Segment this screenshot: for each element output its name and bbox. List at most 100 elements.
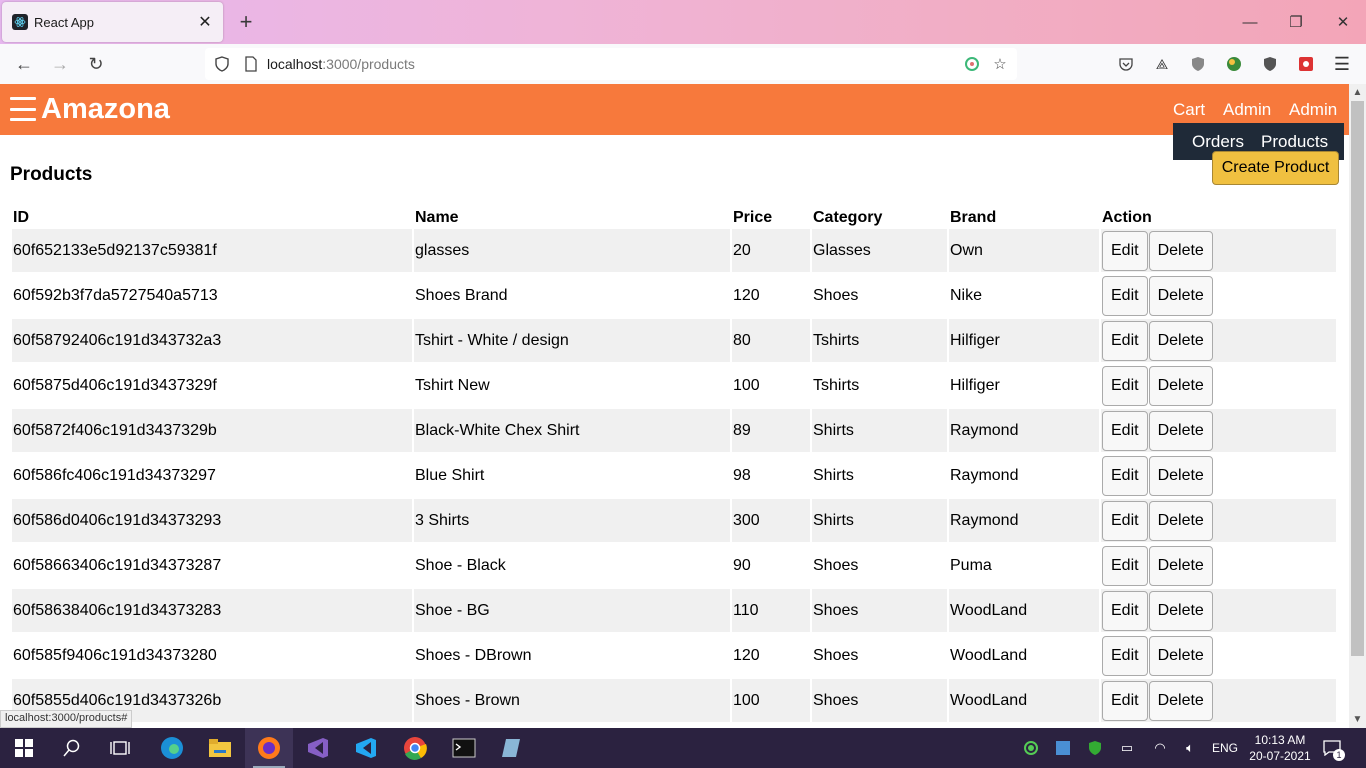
- browser-tab[interactable]: React App ✕: [2, 2, 223, 42]
- terminal-icon[interactable]: [440, 728, 488, 768]
- browser-menu-icon[interactable]: ☰: [1332, 54, 1352, 74]
- delete-button[interactable]: Delete: [1148, 680, 1213, 721]
- firefox-icon[interactable]: [245, 728, 293, 768]
- cell-name: Tshirt New: [414, 364, 730, 407]
- url-bar[interactable]: localhost:3000/products ☆: [205, 48, 1017, 80]
- cell-price: 110: [732, 589, 810, 632]
- extension-icon[interactable]: [962, 54, 982, 74]
- tab-title: React App: [34, 14, 94, 30]
- cell-brand: WoodLand: [949, 634, 1099, 677]
- edit-button[interactable]: Edit: [1102, 545, 1148, 586]
- bookmark-star-icon[interactable]: ☆: [990, 54, 1010, 74]
- cell-brand: Hilfiger: [949, 319, 1099, 362]
- clock-time[interactable]: 10:13 AM: [1253, 733, 1307, 747]
- chrome-icon[interactable]: [391, 728, 439, 768]
- dropdown-products[interactable]: Products: [1261, 132, 1328, 152]
- delete-button[interactable]: Delete: [1148, 365, 1213, 406]
- delete-button[interactable]: Delete: [1148, 320, 1213, 361]
- edge-browser-icon[interactable]: [148, 728, 196, 768]
- dropdown-orders[interactable]: Orders: [1192, 132, 1244, 152]
- delete-button[interactable]: Delete: [1148, 635, 1213, 676]
- scroll-down-icon[interactable]: ▼: [1349, 711, 1366, 728]
- admin-link[interactable]: Admin: [1223, 100, 1271, 120]
- cell-brand: Hilfiger: [949, 364, 1099, 407]
- vscode-icon[interactable]: [342, 728, 390, 768]
- hamburger-menu-icon[interactable]: [10, 97, 36, 121]
- table-row: 60f5872f406c191d3437329b Black-White Chex…: [12, 409, 1336, 452]
- security-tray-icon[interactable]: [1085, 738, 1105, 758]
- cell-id: 60f592b3f7da5727540a5713: [12, 274, 412, 317]
- create-product-button[interactable]: Create Product: [1212, 151, 1339, 185]
- tray-app-icon[interactable]: [1053, 738, 1073, 758]
- battery-icon[interactable]: ▭: [1117, 738, 1137, 758]
- cell-action: Edit Delete: [1101, 544, 1336, 587]
- file-explorer-icon[interactable]: [196, 728, 244, 768]
- edit-button[interactable]: Edit: [1102, 410, 1148, 451]
- windows-start-icon[interactable]: [0, 728, 48, 768]
- brand-logo[interactable]: Amazona: [41, 93, 170, 126]
- delete-button[interactable]: Delete: [1148, 545, 1213, 586]
- shield-icon[interactable]: [212, 54, 232, 74]
- edit-button[interactable]: Edit: [1102, 365, 1148, 406]
- reload-icon[interactable]: ↻: [82, 50, 110, 78]
- wifi-icon[interactable]: ◠: [1150, 738, 1170, 758]
- edit-button[interactable]: Edit: [1102, 455, 1148, 496]
- search-icon[interactable]: [48, 728, 96, 768]
- delete-button[interactable]: Delete: [1148, 455, 1213, 496]
- task-view-icon[interactable]: [96, 728, 144, 768]
- cell-name: glasses: [414, 229, 730, 272]
- tray-circle-icon[interactable]: [1021, 738, 1041, 758]
- status-bar: localhost:3000/products#: [0, 710, 133, 728]
- language-indicator[interactable]: ENG: [1212, 741, 1238, 755]
- cell-id: 60f585f9406c191d34373280: [12, 634, 412, 677]
- cell-price: 100: [732, 679, 810, 722]
- url-path: :3000/products: [322, 56, 415, 72]
- cell-id: 60f58792406c191d343732a3: [12, 319, 412, 362]
- volume-icon[interactable]: 🔈︎: [1180, 738, 1200, 758]
- edit-button[interactable]: Edit: [1102, 635, 1148, 676]
- new-tab-plus-icon[interactable]: +: [234, 8, 258, 36]
- extension-red-icon[interactable]: [1296, 54, 1316, 74]
- cell-name: Shoes - Brown: [414, 679, 730, 722]
- forward-arrow-icon[interactable]: →: [46, 50, 74, 78]
- tab-close-icon[interactable]: ✕: [193, 10, 217, 34]
- cell-id: 60f5875d406c191d3437329f: [12, 364, 412, 407]
- scroll-up-icon[interactable]: ▲: [1349, 84, 1366, 101]
- edit-button[interactable]: Edit: [1102, 320, 1148, 361]
- edit-button[interactable]: Edit: [1102, 230, 1148, 271]
- delete-button[interactable]: Delete: [1148, 230, 1213, 271]
- scroll-thumb[interactable]: [1351, 101, 1364, 656]
- header-brand: Brand: [950, 209, 997, 226]
- ublock-icon[interactable]: [1260, 54, 1280, 74]
- windows-taskbar: ▭ ◠ 🔈︎ ENG 10:13 AM 20-07-2021 1: [0, 728, 1366, 768]
- cart-link[interactable]: Cart: [1173, 100, 1205, 120]
- edit-button[interactable]: Edit: [1102, 275, 1148, 316]
- globe-extension-icon[interactable]: [1224, 54, 1244, 74]
- privacy-shield-icon[interactable]: [1188, 54, 1208, 74]
- table-row: 60f652133e5d92137c59381f glasses 20 Glasses…: [12, 229, 1336, 272]
- products-table: ID Name Price Category Brand Action 60f6…: [10, 205, 1338, 724]
- admin-menu-link[interactable]: Admin: [1289, 100, 1337, 120]
- cell-action: Edit Delete: [1101, 229, 1336, 272]
- notes-app-icon[interactable]: [489, 728, 537, 768]
- back-arrow-icon[interactable]: ←: [10, 50, 38, 78]
- page-scrollbar[interactable]: ▲ ▼: [1349, 84, 1366, 728]
- edit-button[interactable]: Edit: [1102, 680, 1148, 721]
- edit-button[interactable]: Edit: [1102, 590, 1148, 631]
- edit-button[interactable]: Edit: [1102, 500, 1148, 541]
- clock-date[interactable]: 20-07-2021: [1249, 749, 1311, 763]
- delete-button[interactable]: Delete: [1148, 410, 1213, 451]
- pocket-icon[interactable]: [1116, 54, 1136, 74]
- delete-button[interactable]: Delete: [1148, 500, 1213, 541]
- minimize-icon[interactable]: —: [1227, 6, 1273, 38]
- extension-fox-icon[interactable]: ⟁: [1152, 54, 1172, 74]
- visual-studio-icon[interactable]: [294, 728, 342, 768]
- page-icon[interactable]: [241, 54, 261, 74]
- window-close-icon[interactable]: ✕: [1320, 6, 1366, 38]
- delete-button[interactable]: Delete: [1148, 590, 1213, 631]
- url-text[interactable]: localhost:3000/products: [267, 56, 415, 72]
- cell-action: Edit Delete: [1101, 499, 1336, 542]
- restore-icon[interactable]: ❐: [1273, 6, 1319, 38]
- cell-category: Shoes: [812, 274, 947, 317]
- delete-button[interactable]: Delete: [1148, 275, 1213, 316]
